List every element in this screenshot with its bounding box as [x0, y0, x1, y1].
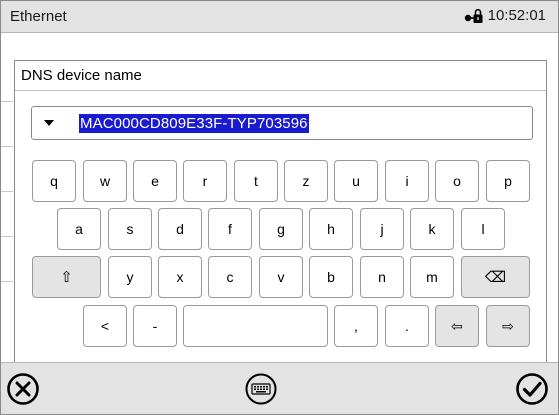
clock: 10:52:01	[487, 7, 546, 24]
cursor-right-key[interactable]: ⇨	[486, 305, 530, 347]
key-f[interactable]: f	[208, 208, 252, 250]
key-y[interactable]: y	[108, 256, 152, 298]
dns-name-input[interactable]: MAC000CD809E33F-TYP703596	[31, 106, 533, 140]
window-title: Ethernet	[10, 8, 67, 25]
key-v[interactable]: v	[259, 256, 303, 298]
status-area: 10:52:01	[464, 7, 546, 24]
chevron-down-icon	[44, 120, 54, 126]
key-j[interactable]: j	[360, 208, 404, 250]
key-q[interactable]: q	[32, 160, 76, 202]
confirm-button[interactable]	[513, 370, 551, 408]
dns-name-dialog: DNS device name MAC000CD809E33F-TYP70359…	[14, 60, 547, 362]
history-dropdown-button[interactable]	[32, 107, 66, 139]
checkmark-circle-icon	[516, 373, 548, 405]
key-b[interactable]: b	[309, 256, 353, 298]
key-n[interactable]: n	[360, 256, 404, 298]
title-bar: Ethernet 10:52:01	[1, 1, 558, 33]
background-divider	[1, 146, 13, 147]
background-divider	[1, 191, 13, 192]
key-e[interactable]: e	[133, 160, 177, 202]
key-c[interactable]: c	[208, 256, 252, 298]
key-t[interactable]: t	[234, 160, 278, 202]
key-comma[interactable]: ,	[334, 305, 378, 347]
key-h[interactable]: h	[309, 208, 353, 250]
space-key[interactable]	[183, 305, 328, 347]
key-p[interactable]: p	[486, 160, 530, 202]
key-m[interactable]: m	[410, 256, 454, 298]
key-a[interactable]: a	[57, 208, 101, 250]
background-divider	[1, 101, 13, 102]
key-z[interactable]: z	[284, 160, 328, 202]
key-x[interactable]: x	[158, 256, 202, 298]
backspace-key[interactable]: ⌫	[461, 256, 530, 298]
screen: Ethernet 10:52:01 DNS device name MAC000…	[0, 0, 559, 415]
key-period[interactable]: .	[385, 305, 429, 347]
network-lock-icon	[464, 8, 483, 23]
background-divider	[1, 236, 13, 237]
cursor-left-key[interactable]: ⇦	[435, 305, 479, 347]
shift-key[interactable]: ⇧	[32, 256, 101, 298]
key-less-than[interactable]: <	[83, 305, 127, 347]
key-d[interactable]: d	[158, 208, 202, 250]
key-g[interactable]: g	[259, 208, 303, 250]
key-s[interactable]: s	[108, 208, 152, 250]
key-l[interactable]: l	[461, 208, 505, 250]
key-k[interactable]: k	[410, 208, 454, 250]
dialog-header: DNS device name	[15, 61, 546, 91]
action-bar	[1, 362, 558, 414]
key-o[interactable]: o	[435, 160, 479, 202]
key-u[interactable]: u	[334, 160, 378, 202]
keyboard-icon	[245, 373, 277, 405]
keyboard-toggle-button[interactable]	[242, 370, 280, 408]
cancel-button[interactable]	[4, 370, 42, 408]
close-circle-icon	[7, 373, 39, 405]
key-r[interactable]: r	[183, 160, 227, 202]
key-hyphen[interactable]: -	[133, 305, 177, 347]
key-w[interactable]: w	[83, 160, 127, 202]
key-i[interactable]: i	[385, 160, 429, 202]
dialog-title: DNS device name	[21, 67, 142, 84]
background-divider	[1, 281, 13, 282]
dns-name-value[interactable]: MAC000CD809E33F-TYP703596	[79, 114, 309, 133]
